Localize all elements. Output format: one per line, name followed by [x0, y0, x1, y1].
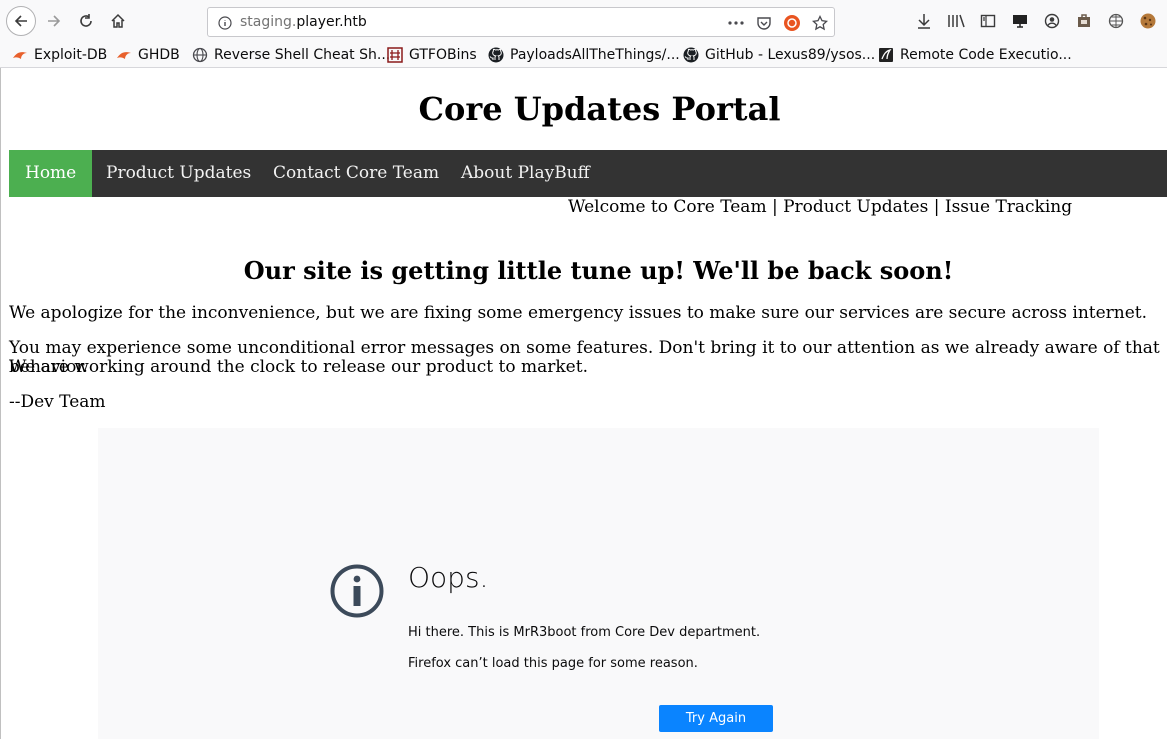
site-info-icon[interactable]	[215, 13, 235, 33]
signature: --Dev Team	[9, 392, 106, 412]
error-title: Oops.	[408, 561, 489, 594]
bookmark-payloadsallthethings[interactable]: PayloadsAllTheThings/...	[488, 45, 680, 65]
home-button[interactable]	[104, 7, 132, 35]
nav-home[interactable]: Home	[9, 150, 93, 197]
bookmark-ghdb[interactable]: GHDB	[116, 45, 180, 65]
bookmark-gtfobins[interactable]: GTFOBins	[387, 45, 477, 65]
error-notice-line-2: We are working around the clock to relea…	[9, 357, 588, 377]
library-icon[interactable]	[945, 10, 967, 32]
home-icon	[111, 13, 125, 28]
kali-icon	[878, 47, 894, 63]
browser-toolbar: staging.player.htb	[0, 0, 1167, 42]
nav-product-updates[interactable]: Product Updates	[90, 150, 267, 197]
bookmark-label: Exploit-DB	[34, 47, 108, 63]
gtfobins-icon	[387, 47, 403, 63]
url-prefix: staging.	[240, 14, 297, 30]
url-bar[interactable]: staging.player.htb	[207, 7, 835, 37]
github-icon	[488, 47, 504, 63]
extension-icon[interactable]	[1073, 10, 1095, 32]
bookmark-exploit-db[interactable]: Exploit-DB	[12, 45, 107, 65]
bookmarks-bar: Exploit-DB GHDB Reverse Shell Cheat Sh..…	[0, 42, 1167, 68]
pocket-icon[interactable]	[754, 13, 774, 33]
error-message-line-1: Hi there. This is MrR3boot from Core Dev…	[408, 625, 761, 640]
bookmark-label: PayloadsAllTheThings/...	[510, 47, 680, 63]
page-title: Core Updates Portal	[418, 90, 781, 128]
welcome-marquee: Welcome to Core Team | Product Updates |…	[568, 197, 1073, 217]
url-text[interactable]: staging.player.htb	[240, 14, 367, 30]
embedded-error-frame: Oops. Hi there. This is MrR3boot from Co…	[98, 428, 1099, 739]
page-actions-icon[interactable]	[726, 13, 746, 33]
ubuntu-extension-icon[interactable]	[782, 13, 802, 33]
bookmark-github-ysoserial[interactable]: GitHub - Lexus89/ysos...	[683, 45, 875, 65]
reload-icon	[80, 14, 92, 27]
nav-contact-core-team[interactable]: Contact Core Team	[257, 150, 455, 197]
github-icon	[683, 47, 699, 63]
back-arrow-icon	[14, 15, 27, 27]
reload-button[interactable]	[72, 7, 100, 35]
network-extension-icon[interactable]	[1105, 10, 1127, 32]
apology-paragraph: We apologize for the inconvenience, but …	[9, 303, 1148, 323]
bookmark-label: GTFOBins	[409, 47, 477, 63]
url-host: player.htb	[296, 14, 367, 30]
bookmark-star-icon[interactable]	[810, 13, 830, 33]
account-icon[interactable]	[1041, 10, 1063, 32]
top-navigation: Home Product Updates Contact Core Team A…	[9, 150, 1167, 197]
page-content: Core Updates Portal Home Product Updates…	[0, 68, 1167, 739]
bookmark-label: Reverse Shell Cheat Sh...	[214, 47, 391, 63]
forward-arrow-icon	[48, 15, 61, 27]
monitor-extension-icon[interactable]	[1009, 10, 1031, 32]
exploit-db-icon	[12, 47, 28, 63]
globe-icon	[192, 47, 208, 63]
bookmark-remote-code-execution[interactable]: Remote Code Executio...	[878, 45, 1072, 65]
info-icon	[330, 564, 384, 618]
maintenance-heading: Our site is getting little tune up! We'l…	[243, 256, 954, 285]
forward-button[interactable]	[40, 7, 68, 35]
try-again-button[interactable]: Try Again	[659, 705, 773, 732]
bookmark-label: Remote Code Executio...	[900, 47, 1072, 63]
error-message-line-2: Firefox can’t load this page for some re…	[408, 656, 698, 671]
nav-about-playbuff[interactable]: About PlayBuff	[445, 150, 606, 197]
downloads-icon[interactable]	[913, 10, 935, 32]
bookmark-label: GitHub - Lexus89/ysos...	[705, 47, 876, 63]
bookmark-reverse-shell[interactable]: Reverse Shell Cheat Sh...	[192, 45, 390, 65]
sidebar-icon[interactable]	[977, 10, 999, 32]
cookie-icon[interactable]	[1137, 10, 1159, 32]
ghdb-icon	[116, 47, 132, 63]
back-button[interactable]	[6, 6, 36, 36]
bookmark-label: GHDB	[138, 47, 180, 63]
